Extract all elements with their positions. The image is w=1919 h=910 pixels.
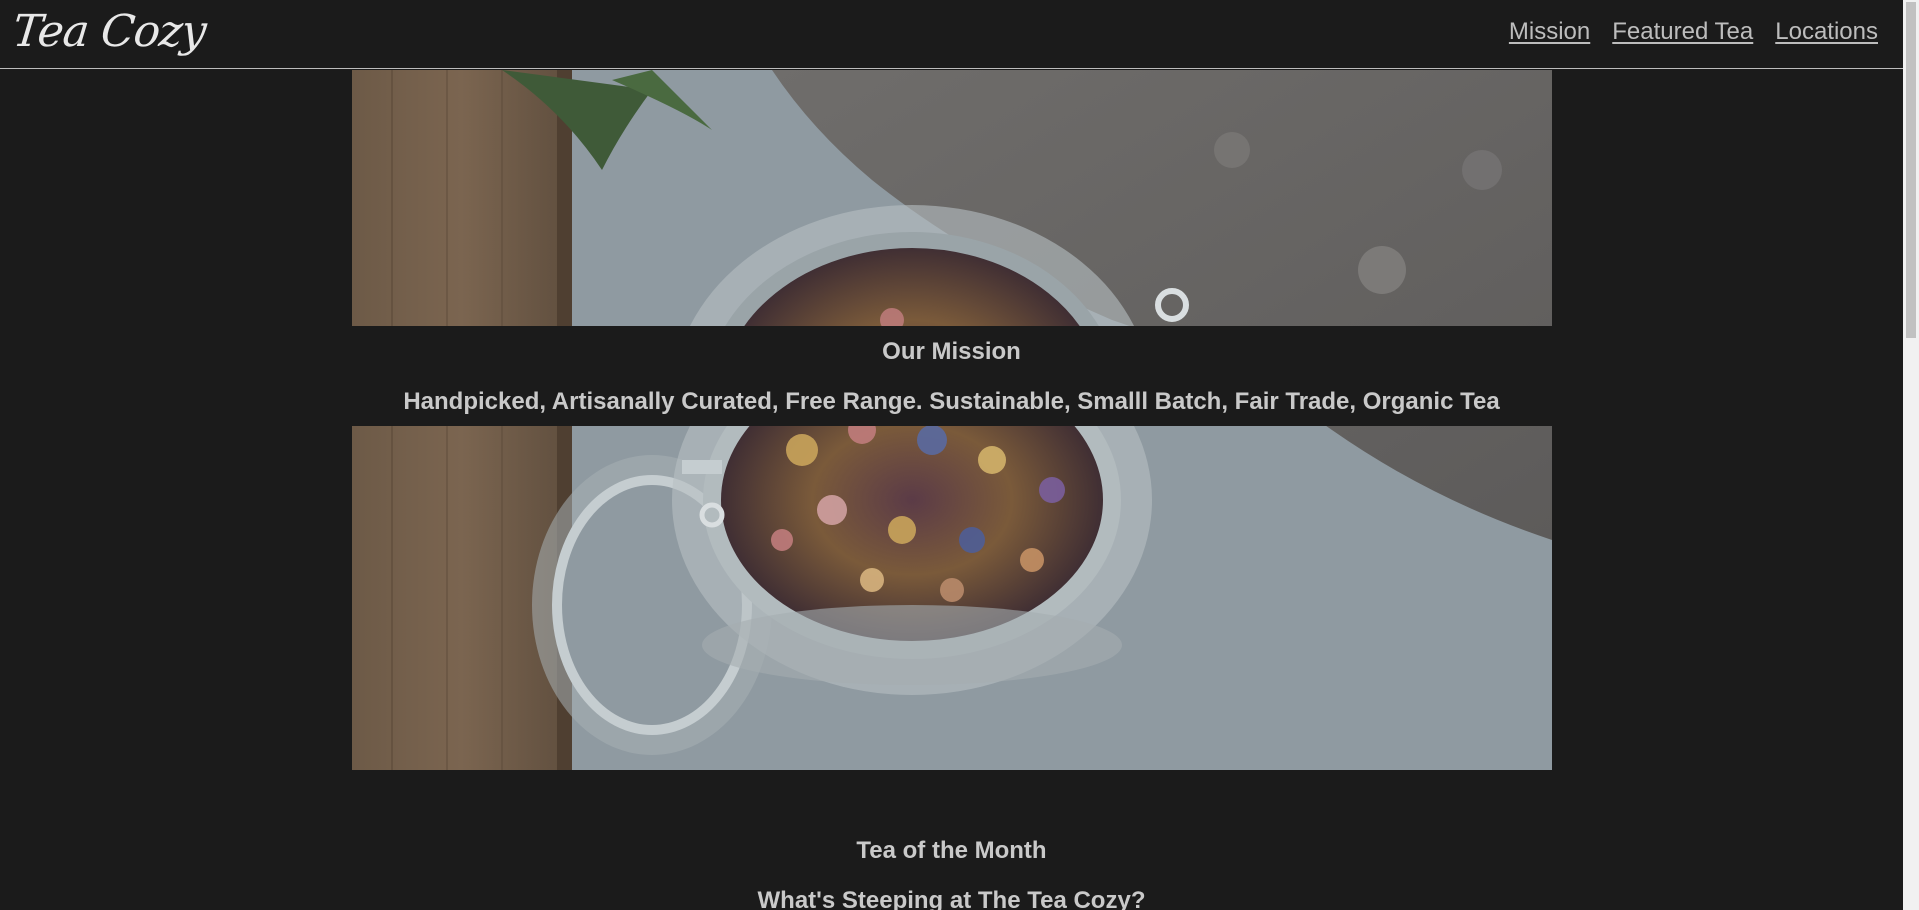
site-header: Tea Cozy Mission Featured Tea Locations bbox=[0, 0, 1903, 69]
vertical-scrollbar[interactable] bbox=[1903, 0, 1919, 910]
tea-jar-photo-continued bbox=[352, 426, 1552, 770]
mission-title: Our Mission bbox=[882, 338, 1021, 365]
mission-section: Our Mission Handpicked, Artisanally Cura… bbox=[0, 326, 1903, 426]
nav-link-featured-tea[interactable]: Featured Tea bbox=[1612, 18, 1753, 46]
mission-text: Handpicked, Artisanally Curated, Free Ra… bbox=[403, 388, 1500, 415]
tea-of-month-subtitle: What's Steeping at The Tea Cozy? bbox=[757, 887, 1146, 910]
hero-image-top bbox=[352, 70, 1552, 326]
main-nav: Mission Featured Tea Locations bbox=[1509, 18, 1878, 46]
scrollbar-thumb[interactable] bbox=[1906, 2, 1916, 338]
tea-of-month-title: Tea of the Month bbox=[856, 837, 1047, 864]
site-logo[interactable]: Tea Cozy bbox=[10, 4, 208, 60]
nav-link-mission[interactable]: Mission bbox=[1509, 18, 1590, 46]
tea-jar-photo bbox=[352, 70, 1552, 326]
hero-image-bottom bbox=[352, 426, 1552, 770]
page: Tea Cozy Mission Featured Tea Locations bbox=[0, 0, 1903, 910]
nav-link-locations[interactable]: Locations bbox=[1775, 18, 1878, 46]
